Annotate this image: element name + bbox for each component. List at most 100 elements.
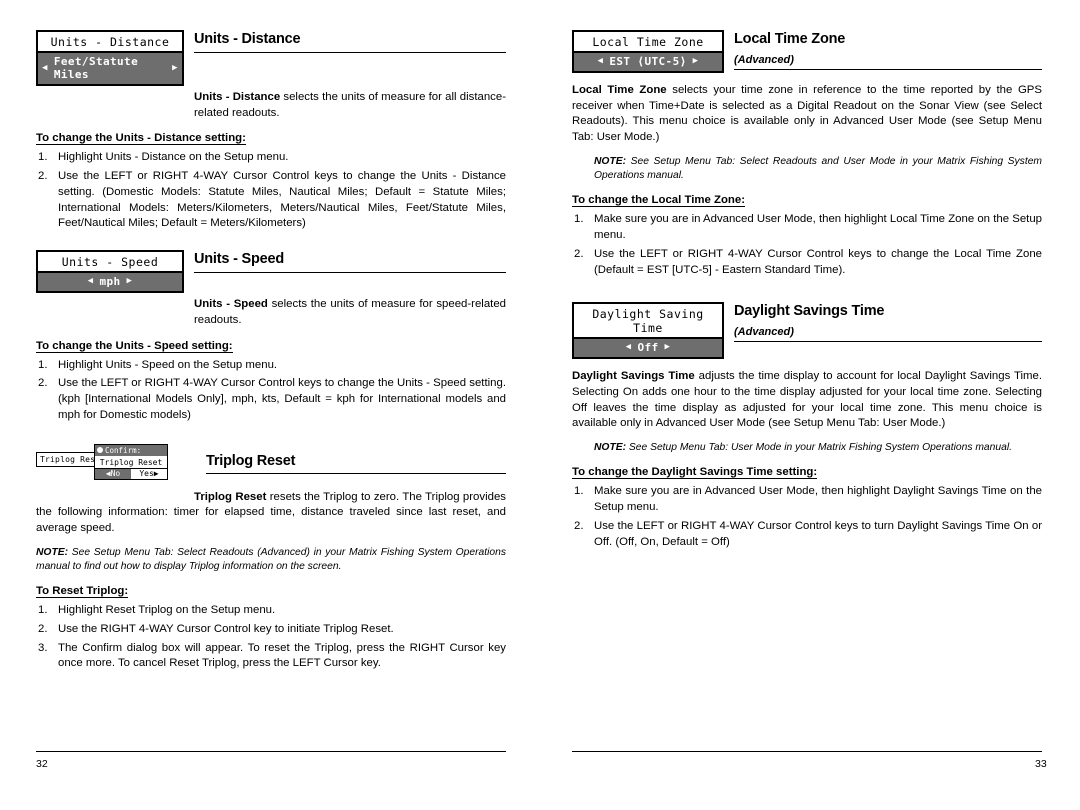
heading-rule [206, 473, 506, 475]
lcd-panel: Units - Distance ◀ Feet/Statute Miles ▶ [36, 30, 184, 86]
lcd-title: Local Time Zone [592, 35, 704, 49]
note-text: See Setup Menu Tab: Select Readouts and … [594, 155, 1042, 182]
left-page-column: Units - Distance ◀ Feet/Statute Miles ▶ … [36, 0, 506, 810]
left-arrow-icon[interactable]: ◀ [626, 343, 632, 352]
right-arrow-icon[interactable]: ▶ [172, 63, 178, 73]
lcd-value-text: mph [99, 275, 121, 289]
step-item: Use the RIGHT 4-WAY Cursor Control key t… [38, 622, 394, 637]
section-intro: Units - Distance selects the units of me… [194, 90, 506, 121]
note-text: See Setup Menu Tab: User Mode in your Ma… [626, 442, 1012, 454]
procedure-subhead: To change the Daylight Savings Time sett… [572, 466, 818, 480]
procedure-steps: Highlight Units - Distance on the Setup … [36, 150, 506, 232]
step-item: Use the LEFT or RIGHT 4-WAY Cursor Contr… [574, 519, 1042, 548]
section-intro: Triplog Reset resets the Triplog to zero… [36, 490, 506, 537]
local-time-zone-widget: Local Time Zone ◀ EST ⟨UTC-5⟩ ▶ [572, 30, 724, 73]
procedure-steps: Make sure you are in Advanced User Mode,… [572, 484, 1042, 550]
procedure-steps: Make sure you are in Advanced User Mode,… [572, 212, 1042, 278]
heading-rule [194, 272, 506, 274]
manual-page-spread: Units - Distance ◀ Feet/Statute Miles ▶ … [0, 0, 1080, 780]
step-item: Highlight Units - Distance on the Setup … [38, 150, 289, 165]
section-intro: Local Time Zone selects your time zone i… [572, 83, 1042, 146]
left-arrow-icon[interactable]: ◀ [42, 63, 48, 73]
procedure-steps: Highlight Units - Speed on the Setup men… [36, 358, 506, 424]
intro-bold-term: Daylight Savings Time [572, 370, 695, 383]
section-daylight-savings-time: Daylight Saving Time ◀ Off ▶ Daylight Sa… [572, 302, 1042, 550]
section-intro: Daylight Savings Time adjusts the time d… [572, 369, 1042, 432]
units-speed-widget: Units - Speed ◀ mph ▶ [36, 250, 184, 294]
dialog-icon [97, 447, 103, 454]
section-heading: Units - Speed [194, 251, 285, 268]
intro-bold-term: Local Time Zone [572, 84, 667, 96]
footer-rule-right [572, 751, 1042, 752]
right-page-column: Local Time Zone ◀ EST ⟨UTC-5⟩ ▶ Local Ti… [572, 0, 1042, 810]
step-item: The Confirm dialog box will appear. To r… [38, 641, 506, 670]
note-text: See Setup Menu Tab: Select Readouts (Adv… [36, 546, 506, 572]
section-heading: Daylight Savings Time [734, 303, 885, 320]
lcd-value-text: Off [637, 341, 659, 355]
procedure-subhead: To change the Units - Distance setting: [36, 132, 246, 146]
advanced-tag: (Advanced) [734, 326, 794, 339]
lcd-value-row: ◀ Feet/Statute Miles ▶ [38, 51, 182, 84]
lcd-value-row: ◀ EST ⟨UTC-5⟩ ▶ [574, 51, 722, 71]
dialog-titlebar: Confirm: [95, 444, 167, 456]
intro-bold-term: Units - Speed [194, 298, 268, 311]
daylight-saving-time-widget: Daylight Saving Time ◀ Off ▶ [572, 302, 724, 360]
note-block: NOTE: See Setup Menu Tab: Select Readout… [594, 155, 1042, 183]
procedure-subhead: To change the Local Time Zone: [572, 194, 745, 208]
page-number-right: 33 [1035, 758, 1047, 770]
procedure-steps: Highlight Reset Triplog on the Setup men… [36, 603, 506, 672]
confirm-dialog: Confirm: Triplog Reset ◀No Yes▶ [94, 443, 168, 480]
procedure-subhead: To change the Units - Speed setting: [36, 339, 233, 353]
left-arrow-icon[interactable]: ◀ [88, 277, 94, 286]
step-item: Highlight Reset Triplog on the Setup men… [38, 603, 276, 618]
section-units-distance: Units - Distance ◀ Feet/Statute Miles ▶ … [36, 30, 506, 232]
section-heading: Units - Distance [194, 31, 301, 47]
lcd-title: Units - Speed [61, 255, 159, 270]
step-item: Make sure you are in Advanced User Mode,… [574, 212, 1042, 242]
section-triplog-reset: Triplog Reset Confirm: Triplog Reset ◀No… [36, 443, 506, 673]
footer-rule-left [36, 751, 506, 752]
section-heading: Local Time Zone [734, 31, 846, 47]
dialog-message: Triplog Reset [99, 457, 163, 467]
right-arrow-icon[interactable]: ▶ [127, 277, 133, 286]
step-item: Use the LEFT or RIGHT 4-WAY Cursor Contr… [574, 247, 1042, 276]
section-heading: Triplog Reset [206, 452, 296, 469]
dialog-buttons: ◀No Yes▶ [95, 467, 167, 479]
intro-bold-term: Triplog Reset [194, 490, 267, 503]
lcd-value-text: EST ⟨UTC-5⟩ [609, 55, 687, 68]
section-intro-block: Units - Speed selects the units of measu… [36, 297, 506, 328]
intro-rest: resets the Triplog to zero. The Triplog … [36, 490, 506, 535]
lcd-value-row: ◀ Off ▶ [574, 337, 722, 358]
heading-rule [734, 68, 1042, 70]
left-arrow-icon[interactable]: ◀ [598, 57, 604, 66]
note-block: NOTE: See Setup Menu Tab: User Mode in y… [594, 441, 1042, 455]
right-arrow-icon[interactable]: ▶ [693, 57, 699, 66]
dialog-yes-button[interactable]: Yes▶ [131, 469, 167, 479]
dialog-title: Confirm: [105, 445, 142, 455]
lcd-title: Units - Distance [50, 35, 170, 49]
step-item: Highlight Units - Speed on the Setup men… [38, 358, 278, 373]
step-item: Make sure you are in Advanced User Mode,… [574, 484, 1042, 514]
intro-bold-term: Units - Distance [194, 91, 281, 103]
advanced-tag: (Advanced) [734, 53, 794, 66]
dialog-no-button[interactable]: ◀No [95, 468, 131, 479]
note-label: NOTE: [36, 546, 69, 558]
heading-rule [194, 51, 506, 53]
page-number-left: 32 [36, 758, 48, 770]
lcd-panel: Units - Speed ◀ mph ▶ [36, 250, 184, 294]
triplog-reset-widget: Triplog Reset Confirm: Triplog Reset ◀No… [36, 443, 196, 488]
units-distance-widget: Units - Distance ◀ Feet/Statute Miles ▶ [36, 30, 184, 86]
procedure-subhead: To Reset Triplog: [36, 585, 129, 599]
heading-rule [734, 341, 1042, 343]
note-label: NOTE: [594, 155, 627, 167]
right-arrow-icon[interactable]: ▶ [665, 343, 671, 352]
section-intro: Units - Speed selects the units of measu… [194, 297, 506, 328]
lcd-panel: Local Time Zone ◀ EST ⟨UTC-5⟩ ▶ [572, 30, 724, 73]
section-local-time-zone: Local Time Zone ◀ EST ⟨UTC-5⟩ ▶ Local Ti… [572, 30, 1042, 278]
lcd-title: Daylight Saving Time [592, 307, 704, 336]
section-intro-block: Units - Distance selects the units of me… [36, 90, 506, 121]
section-units-speed: Units - Speed ◀ mph ▶ Units - Speed Unit… [36, 250, 506, 423]
note-block: NOTE: See Setup Menu Tab: Select Readout… [36, 546, 506, 574]
lcd-value-row: ◀ mph ▶ [38, 271, 182, 292]
lcd-panel: Daylight Saving Time ◀ Off ▶ [572, 302, 724, 360]
